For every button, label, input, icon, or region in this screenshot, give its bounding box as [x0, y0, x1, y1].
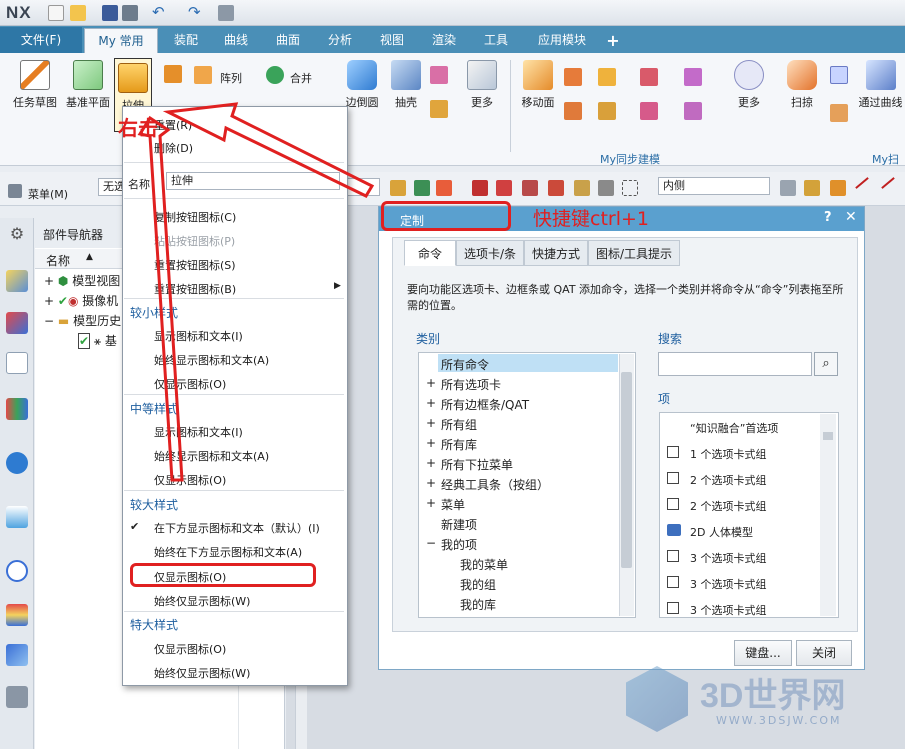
watermark-url: WWW.3DSJW.COM: [716, 714, 842, 727]
watermark-logo-icon: [626, 666, 688, 732]
arrow-diagonal-shape: [162, 102, 375, 198]
watermark: 3D世界网 WWW.3DSJW.COM: [620, 660, 905, 749]
arrow-down-shape: [137, 115, 184, 482]
watermark-text: 3D世界网: [700, 677, 846, 715]
annotation-arrows: [137, 102, 375, 482]
